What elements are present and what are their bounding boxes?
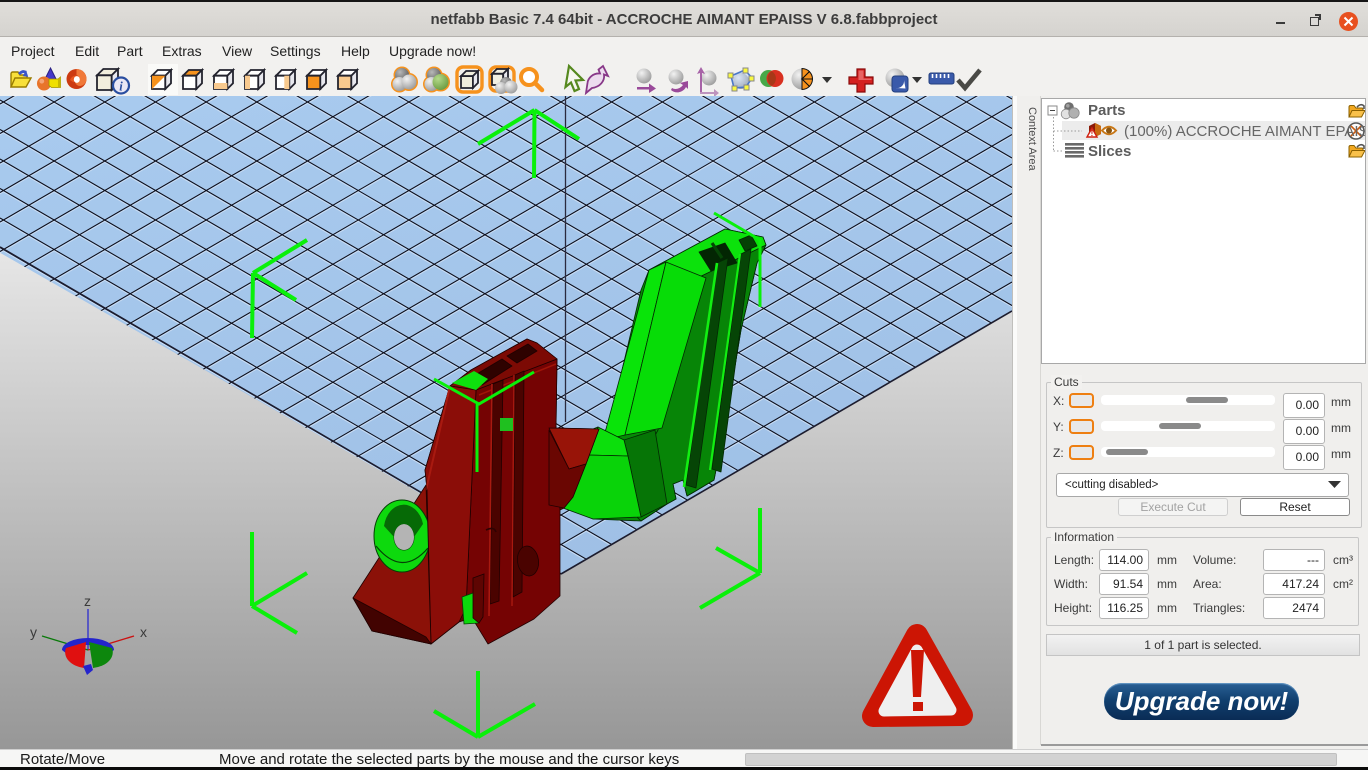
svg-text:i: i bbox=[119, 80, 123, 94]
svg-text:y: y bbox=[30, 624, 37, 640]
svg-text:z: z bbox=[84, 593, 91, 609]
svg-text:x: x bbox=[140, 624, 147, 640]
svg-text:!: ! bbox=[1091, 129, 1094, 138]
